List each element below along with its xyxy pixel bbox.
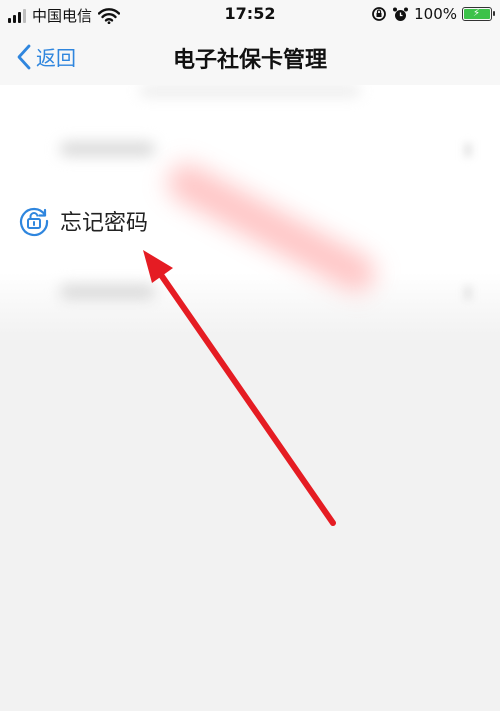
status-bar: 中国电信 17:52 100% ⚡ <box>0 0 500 30</box>
unlock-icon <box>20 207 49 237</box>
screen-lock-rotation-icon <box>372 7 387 21</box>
blurred-list-item[interactable] <box>60 142 155 156</box>
blurred-chevron-icon <box>464 286 472 300</box>
blurred-highlight <box>161 157 382 299</box>
battery-fill: ⚡ <box>464 8 490 19</box>
blurred-list-item[interactable] <box>60 285 155 299</box>
navigation-bar: 返回 电子社保卡管理 <box>0 30 500 85</box>
charging-bolt-icon: ⚡ <box>473 8 481 19</box>
alarm-icon <box>393 7 409 21</box>
page-title: 电子社保卡管理 <box>172 48 327 73</box>
forgot-password-label: 忘记密码 <box>60 211 149 236</box>
blurred-chevron-icon <box>464 143 472 157</box>
settings-list: 忘记密码 <box>0 85 500 335</box>
forgot-password-item[interactable]: 忘记密码 <box>18 205 148 237</box>
status-right: 100% ⚡ <box>371 5 495 23</box>
battery-icon: ⚡ <box>462 7 495 21</box>
blurred-divider <box>140 87 360 95</box>
battery-percent: 100% <box>414 5 457 23</box>
